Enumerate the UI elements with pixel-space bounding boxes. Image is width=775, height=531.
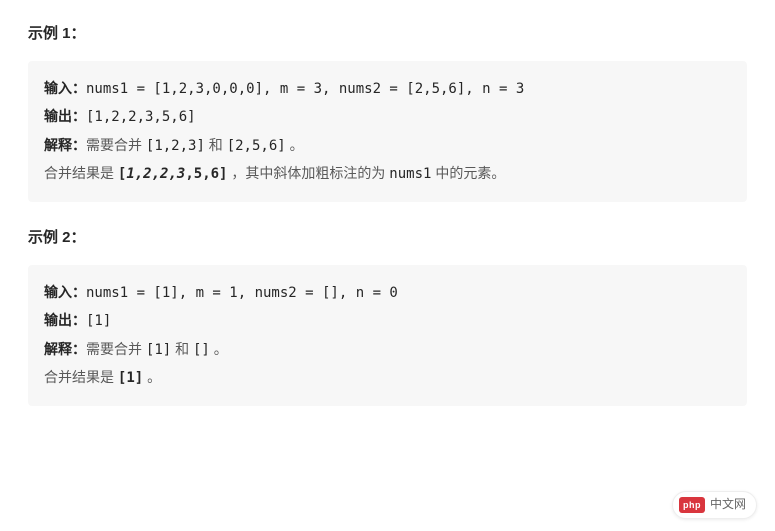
explain-code-1: [1]: [146, 342, 171, 358]
explain-label: 解释：: [44, 341, 86, 357]
explain-suffix: 。: [210, 341, 228, 357]
explain-code-2: [2,5,6]: [227, 138, 286, 154]
example-2-explain-row: 解释：需要合并 [1] 和 [] 。: [44, 336, 731, 364]
explain-mid: 和: [205, 137, 227, 153]
explain-text: 需要合并: [86, 341, 146, 357]
result-prefix: 合并结果是: [44, 165, 118, 181]
example-2-output-row: 输出：[1]: [44, 307, 731, 335]
output-code: [1,2,2,3,5,6]: [86, 109, 196, 125]
input-code: nums1 = [1], m = 1, nums2 = [], n = 0: [86, 285, 398, 301]
example-2-block: 输入：nums1 = [1], m = 1, nums2 = [], n = 0…: [28, 265, 747, 406]
explain-code-2: []: [193, 342, 210, 358]
input-label: 输入：: [44, 80, 86, 96]
example-2-input-row: 输入：nums1 = [1], m = 1, nums2 = [], n = 0: [44, 279, 731, 307]
site-badge[interactable]: php 中文网: [672, 491, 757, 519]
example-2-result-row: 合并结果是 [1] 。: [44, 364, 731, 392]
example-1-heading: 示例 1：: [28, 20, 747, 47]
input-code: nums1 = [1,2,3,0,0,0], m = 3, nums2 = [2…: [86, 81, 524, 97]
example-1-input-row: 输入：nums1 = [1,2,3,0,0,0], m = 3, nums2 =…: [44, 75, 731, 103]
php-logo-icon: php: [679, 497, 705, 513]
example-1-result-row: 合并结果是 [1,2,2,3,5,6] ，其中斜体加粗标注的为 nums1 中的…: [44, 160, 731, 188]
example-2-heading: 示例 2：: [28, 224, 747, 251]
output-label: 输出：: [44, 108, 86, 124]
result-suffix: 中的元素。: [431, 165, 505, 181]
explain-mid: 和: [171, 341, 193, 357]
result-code-var: nums1: [389, 166, 431, 182]
example-1-block: 输入：nums1 = [1,2,3,0,0,0], m = 3, nums2 =…: [28, 61, 747, 202]
output-code: [1]: [86, 313, 111, 329]
result-code-rest: ,5,6]: [185, 166, 227, 182]
input-label: 输入：: [44, 284, 86, 300]
explain-text: 需要合并: [86, 137, 146, 153]
explain-code-1: [1,2,3]: [146, 138, 205, 154]
example-1-explain-row: 解释：需要合并 [1,2,3] 和 [2,5,6] 。: [44, 132, 731, 160]
example-1-output-row: 输出：[1,2,2,3,5,6]: [44, 103, 731, 131]
badge-text: 中文网: [710, 494, 746, 516]
explain-label: 解释：: [44, 137, 86, 153]
result-prefix: 合并结果是: [44, 369, 118, 385]
explain-suffix: 。: [286, 137, 304, 153]
result-suffix: 。: [143, 369, 161, 385]
result-mid: ，其中斜体加粗标注的为: [228, 165, 390, 181]
output-label: 输出：: [44, 312, 86, 328]
result-code-rest: [1]: [118, 370, 143, 386]
result-code-bold: 1,2,2,3: [126, 166, 185, 182]
